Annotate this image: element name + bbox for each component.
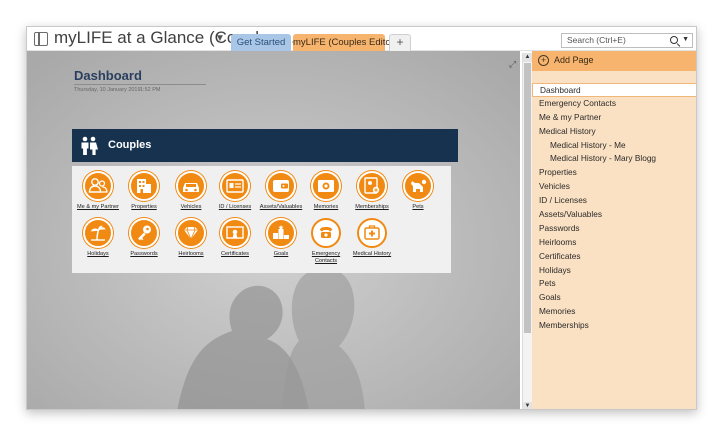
search-input[interactable]: Search (Ctrl+E) [567,35,626,45]
page-list-item[interactable]: Assets/Valuables [532,208,696,222]
page-canvas[interactable]: ⤢ Dashboard Thursday, 10 January 2019 1:… [27,51,520,409]
tile-me-and-partner[interactable]: Me & my Partner [75,171,121,211]
page-list-item[interactable]: ID / Licenses [532,194,696,208]
page-list-item[interactable]: Dashboard [532,83,696,97]
notebook-dropdown-icon[interactable]: ▼ [215,33,225,44]
podium-icon[interactable] [266,218,296,248]
tile-emergency-contacts[interactable]: Emergency Contacts [303,218,349,265]
page-list-item[interactable]: Vehicles [532,180,696,194]
medical-kit-icon[interactable] [357,218,387,248]
tile-properties[interactable]: Properties [121,171,167,211]
tile-heirlooms[interactable]: Heirlooms [168,218,214,258]
page-list-item[interactable]: Memories [532,305,696,319]
tile-holidays[interactable]: Holidays [75,218,121,258]
search-scope-dropdown-icon[interactable]: ▼ [682,36,689,43]
tile-goals[interactable]: Goals [258,218,304,258]
tile-memberships[interactable]: Memberships [349,171,395,211]
tile-label[interactable]: Assets/Valuables [258,204,304,211]
page-list-item[interactable]: Me & my Partner [532,111,696,125]
title-underline [74,84,206,85]
page-list-item[interactable]: Heirlooms [532,236,696,250]
tile-vehicles[interactable]: Vehicles [168,171,214,211]
search-icon[interactable] [670,36,678,44]
tile-certificates[interactable]: Certificates [212,218,258,258]
tile-medical-history[interactable]: Medical History [349,218,395,258]
tile-label[interactable]: Me & my Partner [75,204,121,211]
tile-assets-valuables[interactable]: Assets/Valuables [258,171,304,211]
palm-tree-icon[interactable] [83,218,113,248]
couple-icon [81,136,98,155]
search-box[interactable]: Search (Ctrl+E) ▼ [561,33,693,48]
tile-label[interactable]: Memories [303,204,349,211]
onenote-window: myLIFE at a Glance (Couples ... ▼ Get St… [26,26,697,410]
page-list-item[interactable]: Pets [532,277,696,291]
tile-label[interactable]: Vehicles [168,204,214,211]
banner-title: Couples [108,139,152,151]
tile-memories[interactable]: Memories [303,171,349,211]
tile-label[interactable]: Emergency Contacts [303,251,349,265]
tile-label[interactable]: Medical History [349,251,395,258]
page-list-item[interactable]: Medical History - Me [532,139,696,153]
wallet-icon[interactable] [266,171,296,201]
tile-pets[interactable]: Pets [395,171,441,211]
scroll-down-arrow-icon[interactable]: ▼ [523,402,532,409]
page-list-item[interactable]: Memberships [532,319,696,333]
add-page-button[interactable]: + Add Page [532,51,696,71]
plus-circle-icon[interactable]: + [538,55,549,66]
tile-label[interactable]: Passwords [121,251,167,258]
page-time: 1:52 PM [140,87,161,93]
notebook-icon[interactable] [34,32,48,46]
page-list-item[interactable]: Passwords [532,222,696,236]
page-date: Thursday, 10 January 2019 [74,87,141,93]
membership-card-icon[interactable] [357,171,387,201]
photo-icon[interactable] [311,171,341,201]
page-list-item[interactable]: Holidays [532,264,696,278]
tile-label[interactable]: Holidays [75,251,121,258]
car-icon[interactable] [176,171,206,201]
tab-get-started[interactable]: Get Started [231,34,291,51]
tile-id-licenses[interactable]: ID / Licenses [212,171,258,211]
scroll-up-arrow-icon[interactable]: ▲ [523,53,532,62]
page-list: Dashboard Emergency Contacts Me & my Partn… [532,83,696,333]
scroll-thumb[interactable] [524,63,531,333]
tile-label[interactable]: Certificates [212,251,258,258]
certificate-icon[interactable] [220,218,250,248]
tile-label[interactable]: Goals [258,251,304,258]
tile-label[interactable]: Heirlooms [168,251,214,258]
dog-icon[interactable] [403,171,433,201]
phone-icon[interactable] [311,218,341,248]
page-list-item[interactable]: Medical History [532,125,696,139]
page-list-item[interactable]: Goals [532,291,696,305]
building-icon[interactable] [129,171,159,201]
tile-label[interactable]: ID / Licenses [212,204,258,211]
expand-icon[interactable]: ⤢ [509,59,516,70]
couples-banner: Couples [72,129,458,162]
dashboard-tile-grid: Me & my Partner Properties Vehicles ID /… [72,166,451,273]
tile-label[interactable]: Pets [395,204,441,211]
tile-passwords[interactable]: Passwords [121,218,167,258]
id-card-icon[interactable] [220,171,250,201]
pages-pane: + Add Page Dashboard Emergency Contacts Me… [532,51,696,409]
page-list-item[interactable]: Certificates [532,250,696,264]
page-scrollbar[interactable]: ▲ ▼ [522,53,532,409]
tile-label[interactable]: Memberships [349,204,395,211]
tile-label[interactable]: Properties [121,204,167,211]
top-bar: myLIFE at a Glance (Couples ... ▼ Get St… [27,27,696,51]
people-icon[interactable] [83,171,113,201]
page-list-item[interactable]: Properties [532,166,696,180]
add-section-button[interactable]: + [389,34,411,51]
page-list-item[interactable]: Emergency Contacts [532,97,696,111]
key-icon[interactable] [129,218,159,248]
page-title[interactable]: Dashboard [74,68,142,83]
diamond-icon[interactable] [176,218,206,248]
page-list-item[interactable]: Medical History - Mary Blogg [532,152,696,166]
tab-mylife-couples[interactable]: myLIFE (Couples Editon) [293,34,399,51]
add-page-label[interactable]: Add Page [554,55,594,65]
